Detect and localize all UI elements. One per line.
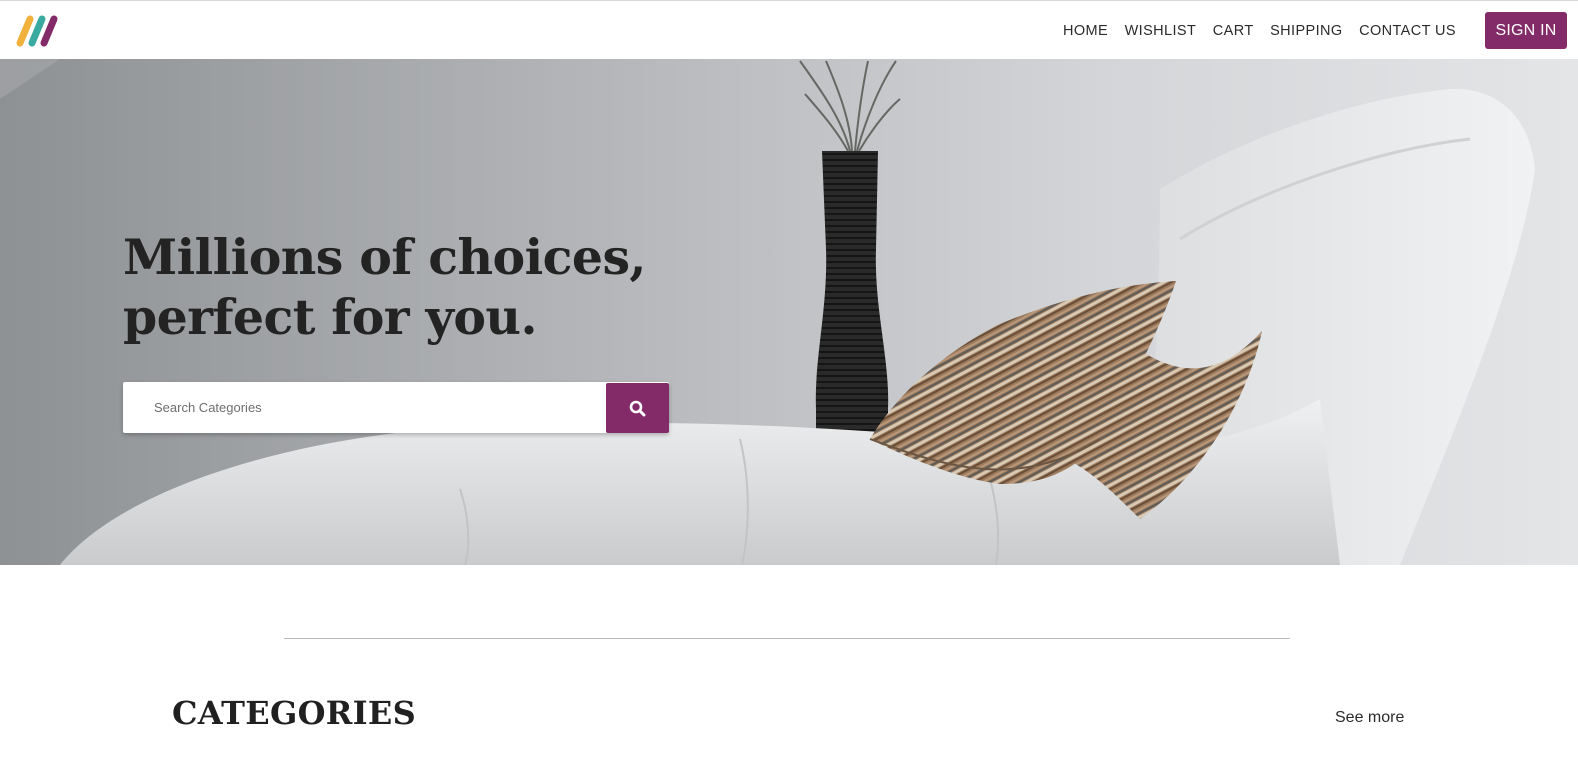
hero-banner: Millions of choices, perfect for you. [0, 59, 1578, 565]
search-bar [123, 382, 669, 433]
categories-heading: CATEGORIES [172, 694, 417, 732]
nav-link-shipping[interactable]: SHIPPING [1270, 23, 1343, 39]
sign-in-button[interactable]: SIGN IN [1485, 12, 1567, 49]
nav-link-home[interactable]: HOME [1063, 23, 1108, 39]
hero-title: Millions of choices, perfect for you. [123, 228, 646, 346]
main-nav: HOME WISHLIST CART SHIPPING CONTACT US [1046, 1, 1456, 60]
search-icon [629, 400, 646, 416]
search-input[interactable] [123, 382, 606, 433]
see-more-link[interactable]: See more [1335, 709, 1404, 727]
nav-link-contact-us[interactable]: CONTACT US [1359, 23, 1456, 39]
brand-logo-icon[interactable] [14, 13, 62, 49]
section-divider [284, 638, 1290, 639]
nav-link-cart[interactable]: CART [1213, 23, 1254, 39]
nav-link-wishlist[interactable]: WISHLIST [1125, 23, 1197, 39]
top-navbar: HOME WISHLIST CART SHIPPING CONTACT US S… [0, 0, 1578, 59]
search-button[interactable] [606, 383, 669, 433]
